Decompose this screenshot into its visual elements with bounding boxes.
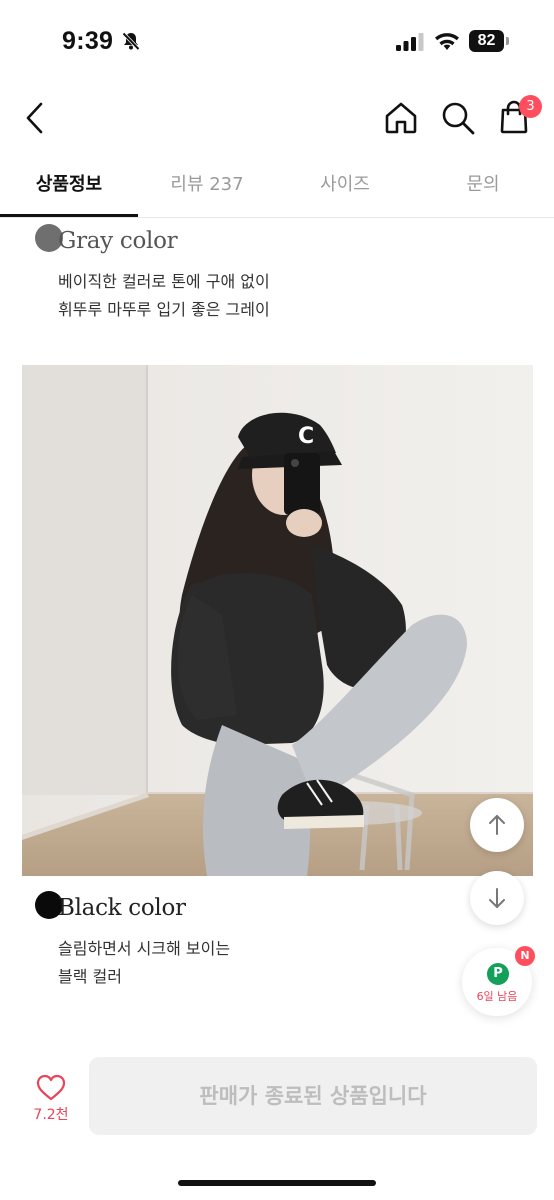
arrow-down-icon <box>489 888 505 908</box>
tab-inquiry[interactable]: 문의 <box>414 160 552 218</box>
black-desc-line-2: 블랙 컬러 <box>58 967 122 986</box>
tab-reviews[interactable]: 리뷰 237 <box>138 160 276 218</box>
black-color-description: 슬림하면서 시크해 보이는 블랙 컬러 <box>58 935 230 991</box>
promo-icon: P <box>487 963 509 985</box>
like-count: 7.2천 <box>33 1107 69 1123</box>
cap-letter: C <box>298 424 314 449</box>
heart-icon <box>36 1074 66 1101</box>
gray-color-description: 베이직한 컬러로 톤에 구애 없이 휘뚜루 마뚜루 입기 좋은 그레이 <box>58 268 270 324</box>
arrow-up-icon <box>489 815 505 835</box>
home-indicator <box>178 1180 376 1186</box>
scroll-down-button[interactable] <box>470 871 524 925</box>
cellular-signal-icon <box>396 33 424 55</box>
battery-cap <box>506 37 509 45</box>
product-photo: C <box>22 365 533 876</box>
scroll-up-button[interactable] <box>470 798 524 852</box>
tab-size[interactable]: 사이즈 <box>276 160 414 218</box>
search-button[interactable] <box>439 99 477 137</box>
search-icon <box>442 102 475 135</box>
gray-color-title: Gray color <box>58 228 178 254</box>
black-color-title: Black color <box>58 895 186 921</box>
battery-level: 82 <box>469 30 504 52</box>
status-time: 9:39 <box>62 27 114 55</box>
chevron-left-icon <box>26 102 43 134</box>
gray-desc-line-1: 베이직한 컬러로 톤에 구애 없이 <box>58 272 270 291</box>
silent-mode-icon <box>121 31 141 55</box>
back-button[interactable] <box>20 98 50 138</box>
cart-count-badge: 3 <box>519 95 542 118</box>
sold-out-button[interactable]: 판매가 종료된 상품입니다 <box>89 1057 537 1135</box>
black-desc-line-1: 슬림하면서 시크해 보이는 <box>58 939 231 958</box>
battery-indicator: 82 <box>469 30 509 52</box>
home-icon <box>385 102 417 134</box>
active-tab-indicator <box>0 214 138 217</box>
product-tabs: 상품정보 리뷰 237 사이즈 문의 <box>0 160 554 218</box>
promo-new-badge: N <box>515 946 535 966</box>
promo-days-left: 6일 남음 <box>476 990 518 1003</box>
status-bar: 9:39 82 <box>0 0 554 80</box>
wifi-icon <box>434 31 460 55</box>
gray-desc-line-2: 휘뚜루 마뚜루 입기 좋은 그레이 <box>58 300 270 319</box>
tab-product-info[interactable]: 상품정보 <box>0 160 138 218</box>
home-button[interactable] <box>382 99 420 137</box>
